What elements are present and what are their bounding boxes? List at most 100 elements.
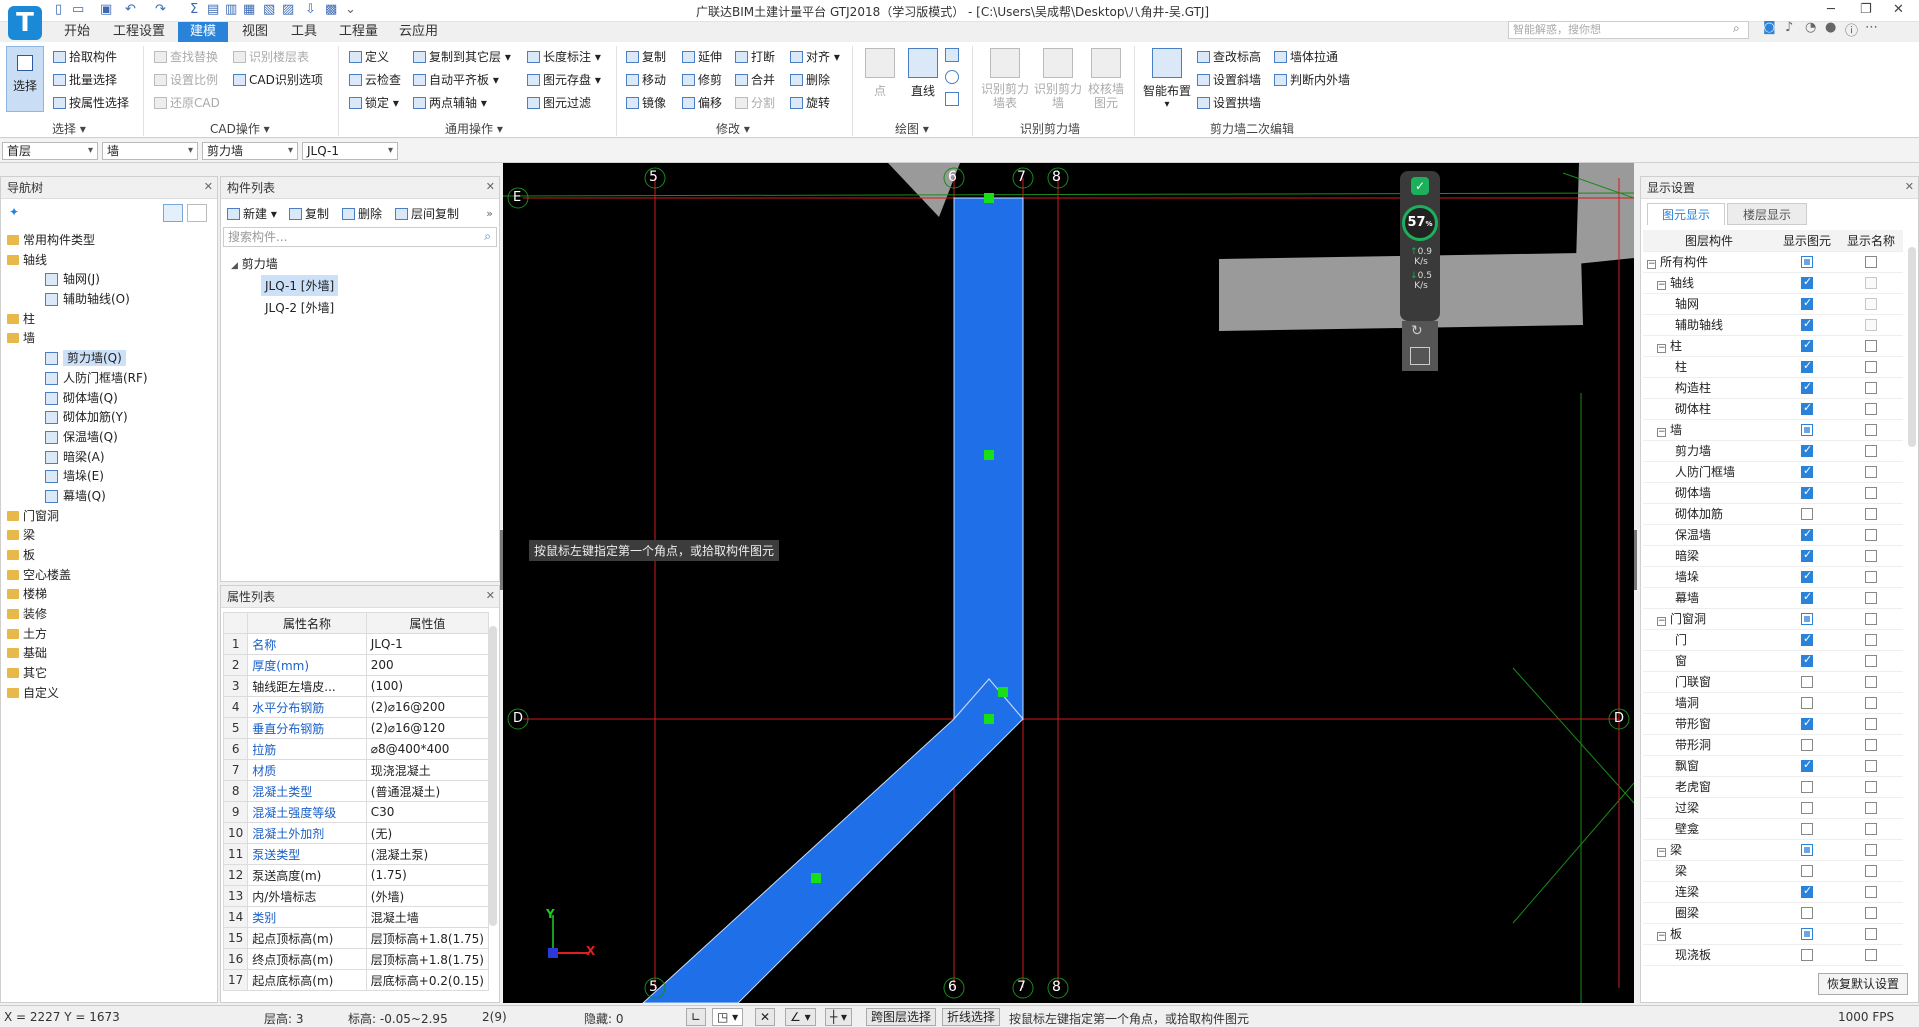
recognize-wall-table-button[interactable]: 识别剪力墙表 xyxy=(980,48,1030,110)
checkbox[interactable] xyxy=(1865,255,1877,268)
redo-icon[interactable]: ↷ xyxy=(155,2,166,17)
recognize-wall-button[interactable]: 识别剪力墙 xyxy=(1034,48,1082,110)
cad-options-button[interactable]: CAD识别选项 xyxy=(233,71,323,88)
property-value[interactable]: 200 xyxy=(365,654,490,676)
checkbox[interactable] xyxy=(1865,591,1877,604)
check-wall-button[interactable]: 校核墙图元 xyxy=(1086,48,1126,110)
grip-handle[interactable] xyxy=(984,714,994,724)
break-button[interactable]: 打断 xyxy=(735,48,775,65)
checkbox[interactable] xyxy=(1801,275,1813,289)
circle-icon[interactable] xyxy=(945,70,959,84)
component-category[interactable]: ◢ 剪力墙 xyxy=(231,255,278,272)
nav-item[interactable]: 土方 xyxy=(1,625,217,645)
checkbox[interactable] xyxy=(1801,485,1813,499)
checkbox[interactable] xyxy=(1865,822,1877,835)
property-value[interactable]: (外墙) xyxy=(365,885,490,907)
checkbox[interactable] xyxy=(1865,381,1877,394)
new-file-icon[interactable]: ▯ xyxy=(55,2,62,17)
calendar-view-icon[interactable] xyxy=(1410,347,1430,365)
checkbox[interactable] xyxy=(1865,948,1877,961)
drawing-canvas[interactable]: 5 6 7 8 5 6 7 8 E D D 按鼠标左键指定第一个角点，或拾取构件… xyxy=(503,163,1634,1003)
select-button[interactable]: 选择 xyxy=(6,46,44,112)
checkbox[interactable] xyxy=(1801,443,1813,457)
checkbox[interactable] xyxy=(1865,402,1877,415)
checkbox[interactable] xyxy=(1865,738,1877,751)
delete-button[interactable]: 删除 xyxy=(790,71,830,88)
component-search-input[interactable]: 搜索构件... xyxy=(223,227,497,247)
property-row[interactable]: 17 起点底标高(m) 层底标高+0.2(0.15) xyxy=(222,969,490,991)
shear-wall-diagonal[interactable] xyxy=(642,678,1024,1003)
property-value[interactable]: (2)⌀16@120 xyxy=(365,717,490,739)
property-row[interactable]: 5 垂直分布钢筋 (2)⌀16@120 xyxy=(222,717,490,739)
checkbox[interactable] xyxy=(1801,527,1813,541)
property-row[interactable]: 15 起点顶标高(m) 层顶标高+1.8(1.75) xyxy=(222,927,490,949)
group-general-label[interactable]: 通用操作 ▾ xyxy=(445,120,503,137)
set-slanted-wall-button[interactable]: 设置斜墙 xyxy=(1197,71,1261,88)
checkbox[interactable] xyxy=(1865,864,1877,877)
restore-default-button[interactable]: 恢复默认设置 xyxy=(1817,973,1908,995)
menu-start[interactable]: 开始 xyxy=(56,22,98,42)
checkbox[interactable] xyxy=(1865,276,1877,289)
nav-item[interactable]: 砌体加筋(Y) xyxy=(1,408,217,428)
collapse-icon[interactable]: − xyxy=(1657,281,1666,290)
property-row[interactable]: 12 泵送高度(m) (1.75) xyxy=(222,864,490,886)
orthogonal-icon[interactable]: ∟ xyxy=(686,1008,707,1026)
checkbox[interactable] xyxy=(1801,801,1813,814)
checkbox[interactable] xyxy=(1865,297,1877,310)
length-dimension-button[interactable]: 长度标注 ▾ xyxy=(527,48,601,65)
nav-item[interactable]: 空心楼盖 xyxy=(1,566,217,586)
new-component-button[interactable]: 新建 ▾ xyxy=(227,205,277,222)
two-point-axis-button[interactable]: 两点辅轴 ▾ xyxy=(413,94,487,111)
undo-icon[interactable]: ↶ xyxy=(125,2,136,17)
property-value[interactable]: (混凝土泵) xyxy=(365,843,490,865)
splitter-handle[interactable] xyxy=(500,530,503,590)
property-row[interactable]: 16 终点顶标高(m) 层顶标高+1.8(1.75) xyxy=(222,948,490,970)
split-button[interactable]: 分割 xyxy=(735,94,775,111)
scrollbar[interactable] xyxy=(489,626,497,926)
checkbox[interactable] xyxy=(1865,906,1877,919)
detail-view-icon[interactable] xyxy=(187,204,207,222)
nav-item[interactable]: 砌体墙(Q) xyxy=(1,389,217,409)
checkbox[interactable] xyxy=(1801,822,1813,835)
checkbox[interactable] xyxy=(1865,633,1877,646)
checkbox[interactable] xyxy=(1801,884,1813,898)
property-value[interactable]: 层顶标高+1.8(1.75) xyxy=(365,927,490,949)
collapse-icon[interactable]: − xyxy=(1657,848,1666,857)
pin-icon[interactable]: ✦ xyxy=(9,205,19,219)
sum-icon[interactable]: Σ xyxy=(190,2,198,17)
floor-select[interactable]: 首层 xyxy=(2,142,98,160)
checkbox[interactable] xyxy=(1801,927,1813,940)
group-cad-label[interactable]: CAD操作 ▾ xyxy=(210,120,270,137)
checkbox[interactable] xyxy=(1865,843,1877,856)
pick-component-button[interactable]: 拾取构件 xyxy=(53,48,117,65)
nav-item[interactable]: 基础 xyxy=(1,644,217,664)
nav-item[interactable]: 剪力墙(Q) xyxy=(1,349,217,369)
layout-icon[interactable]: ▧ xyxy=(263,2,275,17)
property-value[interactable]: 层顶标高+1.8(1.75) xyxy=(365,948,490,970)
close-icon[interactable]: ✕ xyxy=(1905,180,1914,193)
offset-button[interactable]: 偏移 xyxy=(682,94,722,111)
checkbox[interactable] xyxy=(1801,359,1813,373)
checkbox[interactable] xyxy=(1865,675,1877,688)
checkbox[interactable] xyxy=(1865,360,1877,373)
element-save-button[interactable]: 图元存盘 ▾ xyxy=(527,71,601,88)
nav-item[interactable]: 人防门框墙(RF) xyxy=(1,369,217,389)
checkbox[interactable] xyxy=(1801,632,1813,646)
cross-icon[interactable]: ✕ xyxy=(755,1008,776,1026)
property-value[interactable]: ⌀8@400*400 xyxy=(365,738,490,760)
nav-item[interactable]: 板 xyxy=(1,546,217,566)
tab-floor-display[interactable]: 楼层显示 xyxy=(1727,203,1807,225)
set-arch-wall-button[interactable]: 设置拱墙 xyxy=(1197,94,1261,111)
edit-elevation-button[interactable]: 查改标高 xyxy=(1197,48,1261,65)
component-item-jlq-2[interactable]: JLQ-2 [外墙] xyxy=(261,297,338,318)
property-row[interactable]: 6 拉筋 ⌀8@400*400 xyxy=(222,738,490,760)
property-value[interactable]: 层底标高+0.2(0.15) xyxy=(365,969,490,991)
angle-icon[interactable]: ∠ ▾ xyxy=(785,1008,816,1026)
set-scale-button[interactable]: 设置比例 xyxy=(154,71,218,88)
checkbox[interactable] xyxy=(1801,675,1813,688)
checkbox[interactable] xyxy=(1865,465,1877,478)
checkbox[interactable] xyxy=(1865,528,1877,541)
nav-item[interactable]: 柱 xyxy=(1,310,217,330)
list-view-icon[interactable] xyxy=(163,204,183,222)
auto-align-slab-button[interactable]: 自动平齐板 ▾ xyxy=(413,71,499,88)
